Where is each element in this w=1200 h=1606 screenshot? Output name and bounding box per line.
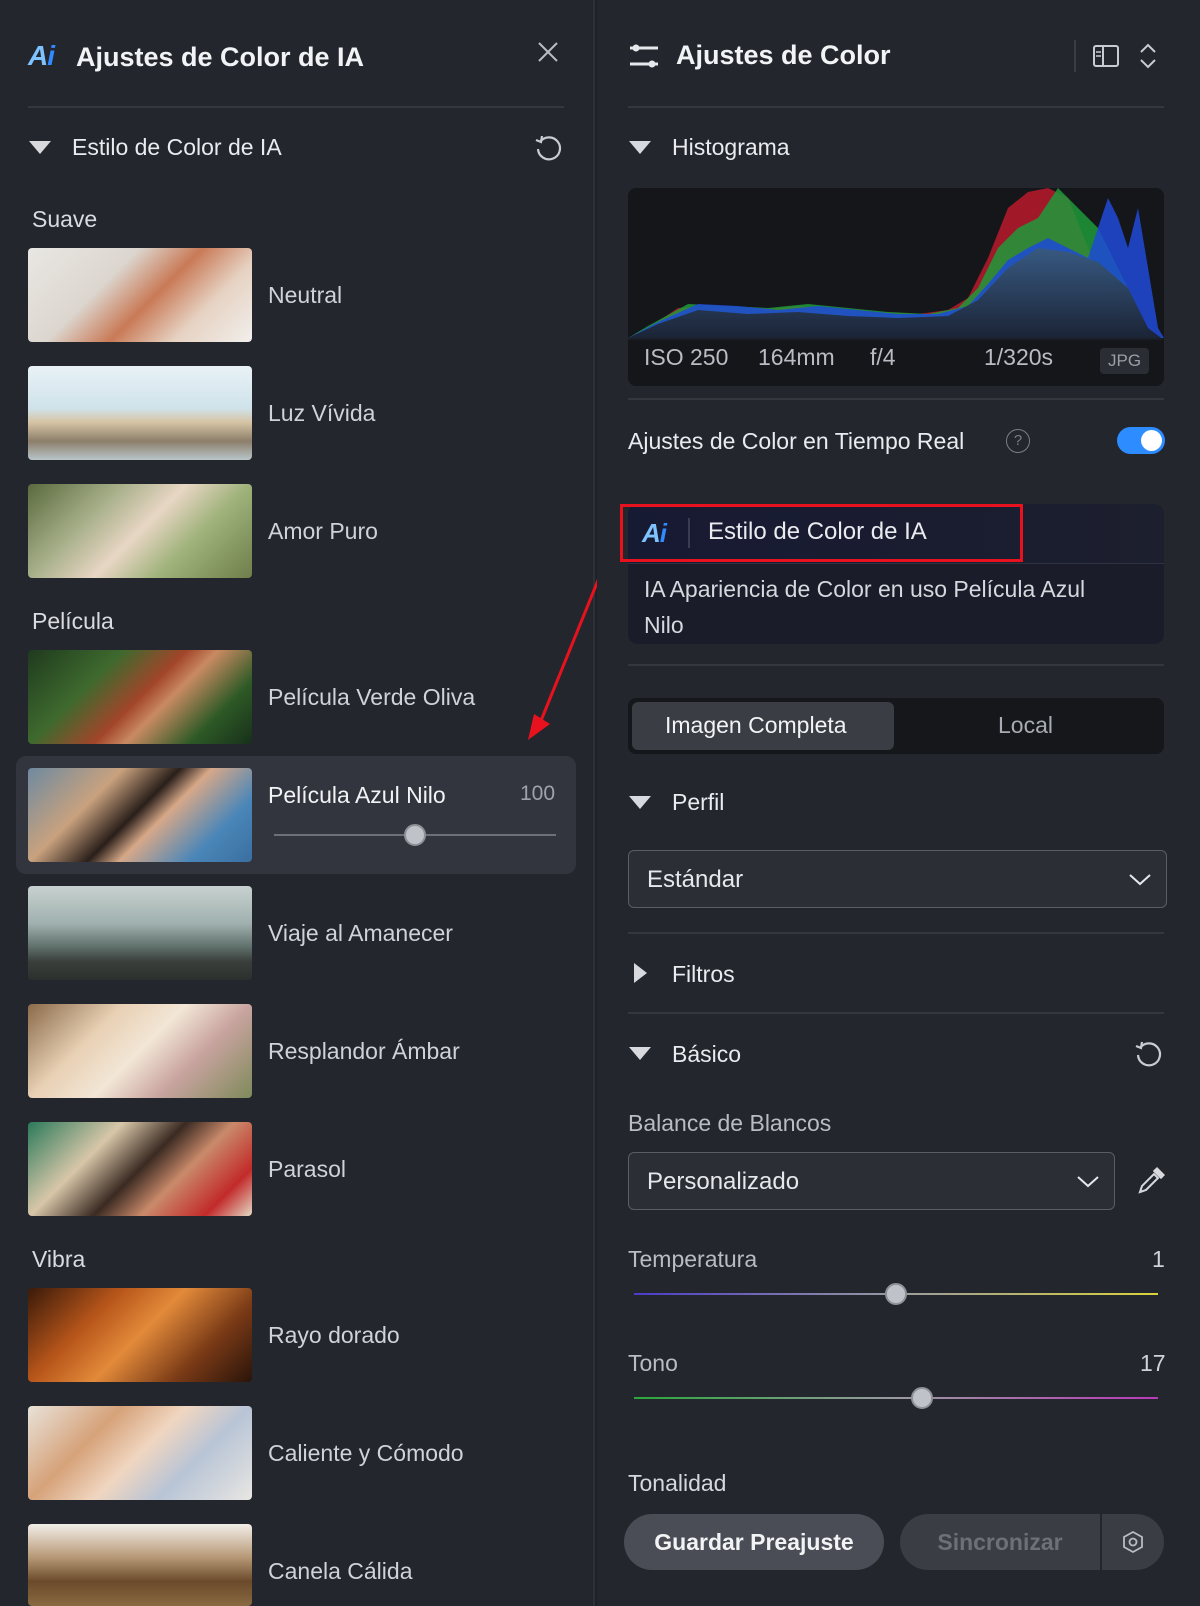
eyedropper-icon[interactable] [1136, 1164, 1166, 1196]
profile-dropdown[interactable]: Estándar [628, 850, 1167, 908]
histogram-title: Histograma [672, 134, 790, 160]
preset-thumbnail [28, 1004, 252, 1098]
tint-slider-track[interactable] [634, 1397, 1158, 1399]
close-icon[interactable] [536, 40, 560, 64]
ai-style-description-cont: Nilo [644, 612, 684, 638]
ai-panel-title: Ajustes de Color de IA [76, 42, 365, 72]
group-label-pelicula: Película [32, 608, 114, 634]
ai-style-section-title: Estilo de Color de IA [72, 134, 282, 160]
preset-label: Viaje al Amanecer [268, 920, 453, 946]
divider [628, 932, 1164, 934]
tab-full-image[interactable]: Imagen Completa [665, 712, 847, 739]
divider [628, 398, 1164, 400]
preset-amor-puro[interactable]: Amor Puro [28, 484, 558, 580]
preset-label: Amor Puro [268, 518, 378, 544]
preset-pelicula-verde-oliva[interactable]: Película Verde Oliva [28, 650, 558, 746]
white-balance-value: Personalizado [647, 1168, 800, 1195]
preset-label: Neutral [268, 282, 343, 308]
exif-aperture: f/4 [870, 344, 896, 370]
preset-rayo-dorado[interactable]: Rayo dorado [28, 1288, 558, 1384]
sync-settings-button[interactable] [1102, 1514, 1164, 1570]
chevron-down-icon [1128, 869, 1152, 889]
realtime-toggle[interactable] [1117, 427, 1165, 454]
preset-thumbnail [28, 1122, 252, 1216]
exif-shutter: 1/320s [984, 344, 1054, 370]
filters-title[interactable]: Filtros [672, 961, 735, 988]
hexagon-gear-icon [1123, 1530, 1143, 1554]
preset-caliente-y-comodo[interactable]: Caliente y Cómodo [28, 1406, 558, 1502]
preset-resplandor-ambar[interactable]: Resplandor Ámbar [28, 1004, 558, 1100]
temperature-slider-knob[interactable] [885, 1283, 907, 1305]
profile-value: Estándar [647, 866, 744, 893]
expand-triangle-icon[interactable] [634, 963, 647, 983]
preset-label: Película Verde Oliva [268, 684, 476, 710]
tint-label: Tono [628, 1350, 678, 1376]
divider [1074, 40, 1076, 72]
divider [628, 106, 1164, 108]
group-label-vibra: Vibra [32, 1246, 86, 1272]
divider [628, 664, 1164, 666]
preset-canela-calida[interactable]: Canela Cálida [28, 1524, 558, 1606]
preset-thumbnail [28, 1288, 252, 1382]
profile-title: Perfil [672, 789, 725, 815]
preset-neutral[interactable]: Neutral [28, 248, 558, 344]
exif-iso: ISO 250 [644, 344, 729, 370]
exif-focal-length: 164mm [758, 344, 835, 370]
histogram: ISO 250 164mm f/4 1/320s JPG [628, 188, 1164, 386]
collapse-triangle-icon[interactable] [29, 141, 51, 154]
preset-pelicula-azul-nilo[interactable]: Película Azul Nilo 100 [28, 768, 558, 864]
intensity-slider-knob[interactable] [404, 824, 426, 846]
preset-label: Canela Cálida [268, 1558, 413, 1584]
white-balance-dropdown[interactable]: Personalizado [628, 1152, 1115, 1210]
collapse-triangle-icon[interactable] [629, 1047, 651, 1060]
ai-logo-icon: Ai [28, 40, 55, 71]
preset-intensity-value: 100 [520, 782, 556, 805]
chevron-down-icon [1076, 1171, 1100, 1191]
expand-collapse-icon[interactable] [1136, 40, 1160, 72]
tab-local[interactable]: Local [998, 712, 1053, 739]
preset-label: Caliente y Cómodo [268, 1440, 464, 1466]
sliders-icon [628, 42, 660, 70]
basic-title: Básico [672, 1041, 742, 1067]
panel-layout-icon[interactable] [1092, 42, 1120, 70]
preset-label: Rayo dorado [268, 1322, 400, 1348]
preset-parasol[interactable]: Parasol [28, 1122, 558, 1218]
group-label-suave: Suave [32, 206, 98, 232]
sync-button[interactable]: Sincronizar [900, 1514, 1100, 1570]
ai-style-description: IA Apariencia de Color en uso Película A… [644, 576, 1086, 602]
divider [628, 1012, 1164, 1014]
preset-thumbnail [28, 366, 252, 460]
collapse-triangle-icon[interactable] [629, 796, 651, 809]
preset-viaje-al-amanecer[interactable]: Viaje al Amanecer [28, 886, 558, 982]
preset-thumbnail [28, 1406, 252, 1500]
scope-segmented-control: Imagen Completa Local [628, 698, 1164, 754]
tone-label: Tonalidad [628, 1470, 727, 1496]
help-icon[interactable]: ? [1006, 429, 1030, 453]
temperature-value: 1 [1152, 1246, 1165, 1272]
reset-icon[interactable] [532, 132, 564, 164]
preset-thumbnail [28, 886, 252, 980]
preset-thumbnail [28, 484, 252, 578]
realtime-label: Ajustes de Color en Tiempo Real [628, 428, 965, 454]
preset-thumbnail [28, 768, 252, 862]
toggle-knob [1141, 430, 1162, 451]
tint-value: 17 [1140, 1350, 1166, 1376]
reset-icon[interactable] [1132, 1038, 1164, 1070]
preset-label: Resplandor Ámbar [268, 1038, 460, 1064]
highlight-box [620, 504, 1023, 562]
preset-label: Luz Vívida [268, 400, 376, 426]
preset-thumbnail [28, 1524, 252, 1606]
preset-luz-vivida[interactable]: Luz Vívida [28, 366, 558, 462]
preset-thumbnail [28, 248, 252, 342]
divider [28, 106, 564, 108]
preset-label: Película Azul Nilo [268, 782, 446, 808]
preset-thumbnail [28, 650, 252, 744]
preset-label: Parasol [268, 1156, 346, 1182]
temperature-label: Temperatura [628, 1246, 758, 1272]
collapse-triangle-icon[interactable] [629, 141, 651, 154]
save-preset-button[interactable]: Guardar Preajuste [624, 1514, 884, 1570]
color-panel-title: Ajustes de Color [676, 40, 891, 70]
white-balance-label: Balance de Blancos [628, 1110, 832, 1136]
format-badge: JPG [1100, 348, 1150, 374]
